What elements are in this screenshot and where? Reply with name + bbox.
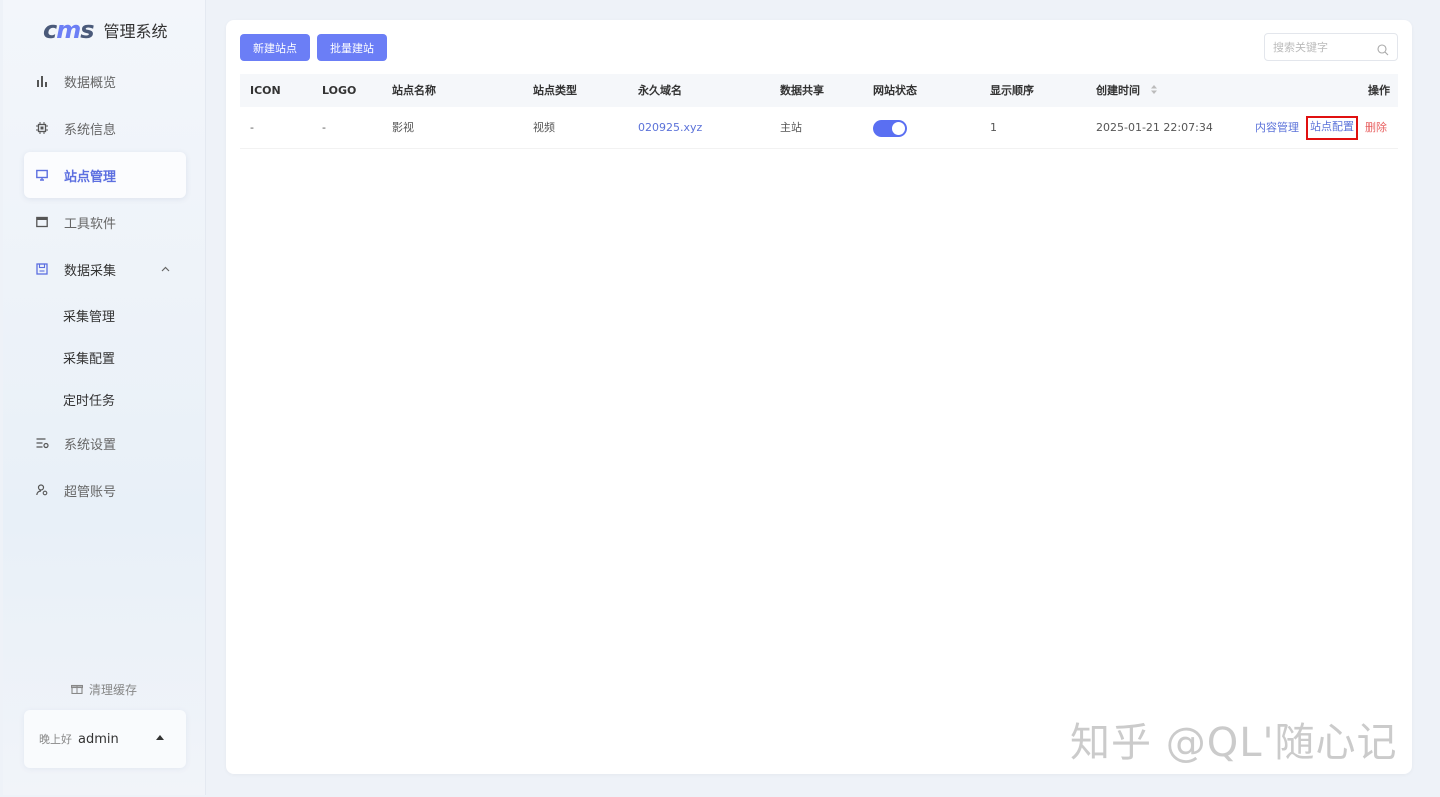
cell-created-time: 2025-01-21 22:07:34 (1096, 121, 1213, 134)
table-header: ICON LOGO 站点名称 站点类型 永久域名 数据共享 网站状态 显示顺序 … (240, 74, 1398, 107)
column-header-actions: 操作 (1368, 84, 1390, 97)
sidebar-subitem-collect-config[interactable]: 采集配置 (63, 348, 115, 367)
search-icon[interactable] (1377, 41, 1389, 60)
table-row: - - 影视 视频 020925.xyz 主站 1 2025-01-21 22:… (240, 107, 1398, 149)
sidebar-item-label: 数据概览 (64, 75, 117, 91)
delete-link[interactable]: 删除 (1365, 107, 1387, 149)
column-header-domain: 永久域名 (638, 84, 682, 97)
sidebar-subitem-scheduled-tasks[interactable]: 定时任务 (63, 390, 115, 409)
column-header-site-status: 网站状态 (873, 84, 917, 97)
search-box (1264, 33, 1398, 61)
site-status-toggle[interactable] (873, 120, 907, 137)
cell-domain-link[interactable]: 020925.xyz (638, 107, 702, 149)
sidebar-item-system-settings[interactable]: 系统设置 (24, 420, 186, 466)
column-header-logo: LOGO (322, 84, 357, 97)
sidebar: cms 管理系统 数据概览 系统信息 站点管理 工具软件 数据采集 采集管理 采… (3, 0, 206, 795)
main-panel: 新建站点 批量建站 ICON LOGO 站点名称 站点类型 永久域名 数据共享 … (226, 20, 1412, 774)
greeting-text: 晚上好 (39, 733, 72, 746)
watermark: 知乎 @QL'随心记 (1070, 720, 1398, 766)
sidebar-item-label: 系统信息 (64, 122, 117, 138)
caret-up-icon (156, 735, 164, 740)
sidebar-subitem-collect-manage[interactable]: 采集管理 (63, 306, 115, 325)
sidebar-item-site-management[interactable]: 站点管理 (24, 152, 186, 198)
sort-icon[interactable] (1150, 75, 1158, 108)
sidebar-item-label: 超管账号 (64, 484, 117, 500)
cell-data-share: 主站 (780, 121, 802, 134)
user-gear-icon (35, 483, 49, 497)
chevron-up-icon[interactable] (161, 264, 170, 275)
sidebar-item-label: 数据采集 (64, 263, 117, 279)
logo-mark: cms (43, 16, 95, 44)
column-header-created-time[interactable]: 创建时间 (1096, 74, 1158, 107)
new-site-button[interactable]: 新建站点 (240, 34, 310, 61)
monitor-icon (35, 168, 49, 182)
column-header-display-order: 显示顺序 (990, 84, 1034, 97)
sidebar-item-label: 工具软件 (64, 216, 117, 232)
sidebar-item-label: 站点管理 (64, 169, 117, 185)
sidebar-item-system-info[interactable]: 系统信息 (24, 105, 186, 151)
batch-create-button[interactable]: 批量建站 (317, 34, 387, 61)
sidebar-item-data-overview[interactable]: 数据概览 (24, 58, 186, 104)
bar-chart-icon (35, 74, 49, 88)
column-header-created-time-label: 创建时间 (1096, 84, 1140, 97)
cell-site-type: 视频 (533, 121, 555, 134)
cell-site-name: 影视 (392, 121, 414, 134)
site-config-link[interactable]: 站点配置 (1306, 116, 1358, 140)
column-header-data-share: 数据共享 (780, 84, 824, 97)
toggle-knob (892, 122, 905, 135)
cell-icon: - (250, 121, 254, 134)
clear-cache-label: 清理缓存 (89, 683, 138, 697)
sidebar-item-label: 系统设置 (64, 437, 117, 453)
sidebar-item-tools[interactable]: 工具软件 (24, 199, 186, 245)
sidebar-item-data-collection[interactable]: 数据采集 (24, 246, 186, 292)
sites-table: ICON LOGO 站点名称 站点类型 永久域名 数据共享 网站状态 显示顺序 … (240, 74, 1398, 149)
search-input[interactable] (1273, 34, 1373, 60)
cell-display-order: 1 (990, 121, 997, 134)
column-header-site-name: 站点名称 (392, 84, 436, 97)
sidebar-item-admin-account[interactable]: 超管账号 (24, 467, 186, 513)
cell-logo: - (322, 121, 326, 134)
app-logo[interactable]: cms 管理系统 (43, 16, 168, 44)
column-header-icon: ICON (250, 84, 281, 97)
clear-cache-button[interactable]: 清理缓存 (70, 681, 138, 698)
column-header-site-type: 站点类型 (533, 84, 577, 97)
save-icon (35, 262, 49, 276)
settings-sliders-icon (35, 436, 49, 450)
content-management-link[interactable]: 内容管理 (1255, 107, 1299, 149)
user-menu[interactable]: 晚上好 admin (24, 710, 186, 768)
window-icon (35, 215, 49, 229)
gift-icon (70, 683, 84, 697)
app-title: 管理系统 (103, 22, 168, 41)
cpu-icon (35, 121, 49, 135)
username: admin (78, 731, 119, 747)
